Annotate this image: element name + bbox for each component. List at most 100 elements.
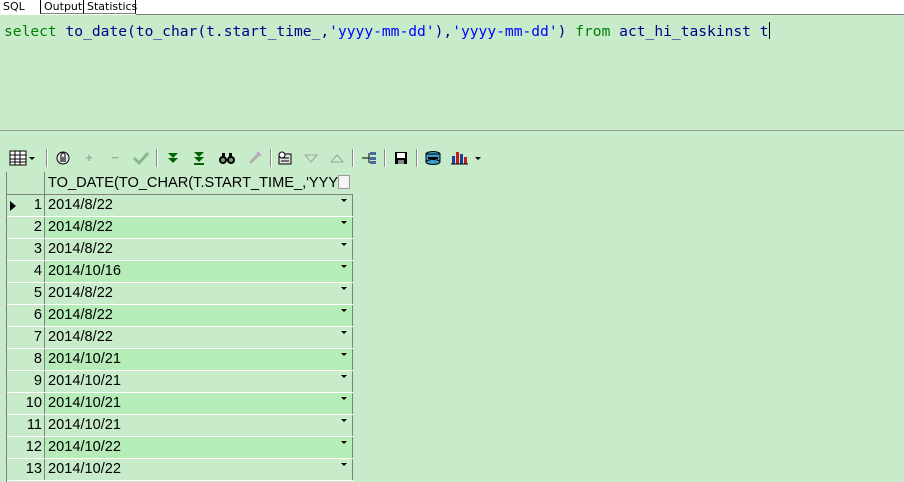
row-number[interactable]: 11	[7, 415, 45, 436]
cell-dropdown-icon[interactable]	[341, 287, 347, 290]
row-number[interactable]: 8	[7, 349, 45, 370]
row-number[interactable]: 3	[7, 239, 45, 260]
table-row[interactable]: 8 2014/10/21	[7, 349, 353, 371]
cell-dropdown-icon[interactable]	[341, 353, 347, 356]
row-number[interactable]: 6	[7, 305, 45, 326]
date-cell[interactable]: 2014/8/22	[45, 239, 353, 260]
text-cursor	[768, 22, 770, 39]
date-cell[interactable]: 2014/10/22	[45, 459, 353, 480]
cell-dropdown-icon[interactable]	[341, 199, 347, 202]
table-row[interactable]: 13 2014/10/22	[7, 459, 353, 481]
cell-value: 2014/10/22	[48, 439, 122, 455]
table-row[interactable]: 9 2014/10/21	[7, 371, 353, 393]
row-number[interactable]: 12	[7, 437, 45, 458]
splitter[interactable]	[0, 131, 904, 145]
cell-value: 2014/10/21	[48, 373, 122, 389]
cell-dropdown-icon[interactable]	[341, 309, 347, 312]
cell-value: 2014/10/21	[48, 417, 122, 433]
date-cell[interactable]: 2014/10/21	[45, 393, 353, 414]
date-cell[interactable]: 2014/8/22	[45, 195, 353, 216]
row-number[interactable]: 9	[7, 371, 45, 392]
row-number[interactable]: 10	[7, 393, 45, 414]
link-icon[interactable]	[360, 149, 378, 167]
date-cell[interactable]: 2014/8/22	[45, 305, 353, 326]
sql-comma: ,	[320, 23, 330, 40]
toolbar-separator	[46, 149, 47, 167]
sql-editor[interactable]: select to_date(to_char(t.start_time_,'yy…	[0, 15, 904, 132]
sort-desc-icon[interactable]	[302, 149, 320, 167]
date-cell[interactable]: 2014/10/21	[45, 371, 353, 392]
current-row-indicator-icon	[10, 201, 16, 211]
toolbar-separator	[270, 149, 271, 167]
cell-dropdown-icon[interactable]	[341, 331, 347, 334]
table-row[interactable]: 2 2014/8/22	[7, 217, 353, 239]
result-grid: TO_DATE(TO_CHAR(T.START_TIME_,'YYYY-MM-D…	[6, 172, 353, 482]
table-row[interactable]: 11 2014/10/21	[7, 415, 353, 437]
date-cell[interactable]: 2014/8/22	[45, 217, 353, 238]
tab-statistics[interactable]: Statistics	[84, 0, 137, 14]
table-row[interactable]: 7 2014/8/22	[7, 327, 353, 349]
date-cell[interactable]: 2014/10/22	[45, 437, 353, 458]
cell-dropdown-icon[interactable]	[341, 463, 347, 466]
post-edit-icon[interactable]	[132, 149, 150, 167]
cell-dropdown-icon[interactable]	[341, 375, 347, 378]
cell-dropdown-icon[interactable]	[341, 419, 347, 422]
cell-value: 2014/8/22	[48, 307, 113, 323]
fetch-next-icon[interactable]	[164, 149, 182, 167]
date-cell[interactable]: 2014/8/22	[45, 327, 353, 348]
cell-value: 2014/10/21	[48, 351, 122, 367]
clear-icon[interactable]	[246, 149, 264, 167]
sql-format-1: 'yyyy-mm-dd'	[329, 23, 435, 40]
row-number[interactable]: 4	[7, 261, 45, 282]
date-cell[interactable]: 2014/10/21	[45, 349, 353, 370]
sql-alias: t	[759, 23, 769, 40]
table-row[interactable]: 10 2014/10/21	[7, 393, 353, 415]
sort-asc-icon[interactable]	[328, 149, 346, 167]
find-icon[interactable]	[218, 149, 236, 167]
date-cell[interactable]: 2014/10/21	[45, 415, 353, 436]
lock-icon[interactable]	[54, 149, 72, 167]
tab-output[interactable]: Output	[40, 0, 84, 14]
cell-value: 2014/8/22	[48, 197, 113, 213]
toolbar-separator	[156, 149, 157, 167]
table-row[interactable]: 12 2014/10/22	[7, 437, 353, 459]
row-number[interactable]: 5	[7, 283, 45, 304]
table-row[interactable]: 6 2014/8/22	[7, 305, 353, 327]
date-cell[interactable]: 2014/8/22	[45, 283, 353, 304]
sql-table: act_hi_taskinst	[619, 23, 751, 40]
add-record-icon[interactable]: +	[80, 149, 98, 167]
row-number[interactable]: 13	[7, 459, 45, 480]
cell-dropdown-icon[interactable]	[341, 441, 347, 444]
toolbar-separator	[352, 149, 353, 167]
cell-dropdown-icon[interactable]	[341, 265, 347, 268]
sql-function-to-date: to_date	[65, 23, 128, 40]
grid-corner[interactable]	[7, 172, 45, 194]
table-row[interactable]: 4 2014/10/16	[7, 261, 353, 283]
save-icon[interactable]	[392, 149, 410, 167]
export-icon[interactable]	[424, 149, 442, 167]
date-cell[interactable]: 2014/10/16	[45, 261, 353, 282]
delete-record-icon[interactable]: −	[106, 149, 124, 167]
column-menu-button[interactable]	[338, 175, 350, 189]
cell-dropdown-icon[interactable]	[341, 397, 347, 400]
row-number[interactable]: 2	[7, 217, 45, 238]
fetch-last-icon[interactable]	[190, 149, 208, 167]
sql-text: select to_date(to_char(t.start_time_,'yy…	[4, 22, 770, 41]
tab-strip: SQL Output Statistics	[0, 0, 904, 15]
sql-keyword-select: select	[4, 23, 57, 40]
sql-paren: )	[557, 23, 567, 40]
row-number[interactable]: 7	[7, 327, 45, 348]
table-row[interactable]: 5 2014/8/22	[7, 283, 353, 305]
sql-column: t.start_time_	[206, 23, 321, 40]
table-row[interactable]: 1 2014/8/22	[7, 195, 353, 217]
grid-menu-icon[interactable]	[8, 149, 36, 167]
table-row[interactable]: 3 2014/8/22	[7, 239, 353, 261]
cell-dropdown-icon[interactable]	[341, 243, 347, 246]
cell-value: 2014/8/22	[48, 285, 113, 301]
chart-menu-icon[interactable]	[450, 149, 484, 167]
cell-dropdown-icon[interactable]	[341, 221, 347, 224]
tab-sql[interactable]: SQL	[0, 0, 40, 14]
column-header[interactable]: TO_DATE(TO_CHAR(T.START_TIME_,'YYYY-MM-D…	[48, 172, 338, 194]
query-by-example-icon[interactable]	[276, 149, 294, 167]
sql-format-2: 'yyyy-mm-dd'	[452, 23, 558, 40]
